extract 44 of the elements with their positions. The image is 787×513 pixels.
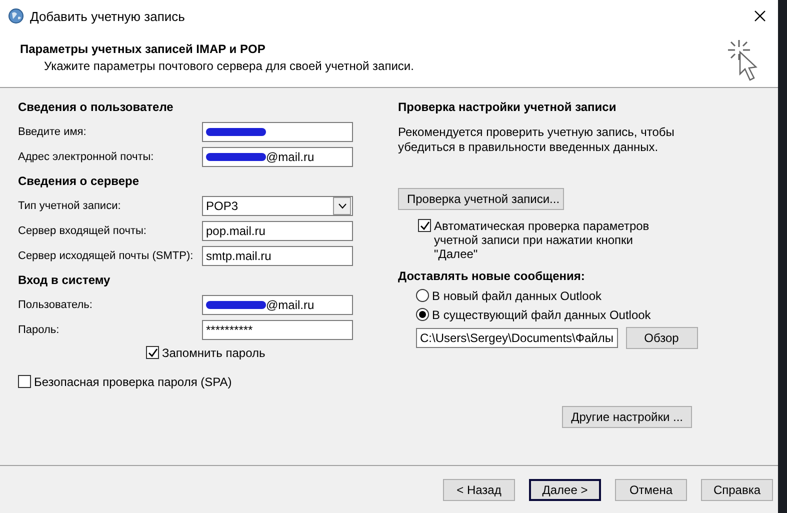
radio-label[interactable]: В существующий файл данных Outlook xyxy=(432,308,651,322)
dialog-button[interactable]: Отмена xyxy=(615,478,687,500)
dialog-button[interactable]: Справка xyxy=(701,478,773,500)
section-heading: Доставлять новые сообщения: xyxy=(398,268,586,285)
test-account-button[interactable]: Проверка учетной записи... xyxy=(398,188,564,210)
field-label: Сервер входящей почты: xyxy=(18,224,148,236)
input-field[interactable]: @mail.ru xyxy=(202,146,353,166)
input-field[interactable]: pop.mail.ru xyxy=(202,220,353,240)
dialog-button[interactable]: < Назад xyxy=(443,478,515,500)
browse-button[interactable]: Обзор xyxy=(626,327,698,349)
checkbox[interactable] xyxy=(146,346,159,359)
field-label: Пароль: xyxy=(18,324,60,336)
field-label: Пользователь: xyxy=(18,298,94,310)
description-text: Рекомендуется проверить учетную запись, чтобы убедиться в правильности введенных данных. xyxy=(398,125,676,155)
radio-label[interactable]: В новый файл данных Outlook xyxy=(432,288,602,302)
checkbox[interactable] xyxy=(418,219,431,232)
input-field[interactable]: @mail.ru xyxy=(202,294,353,314)
field-label: Введите имя: xyxy=(18,126,88,138)
checkbox-label[interactable]: Безопасная проверка пароля (SPA) xyxy=(34,375,232,389)
dialog-button[interactable]: Далее > xyxy=(529,478,601,500)
field-label: Адрес электронной почты: xyxy=(18,150,155,162)
field-label: Тип учетной записи: xyxy=(18,200,122,212)
radio-button[interactable] xyxy=(416,308,429,321)
section-heading: Сведения о сервере xyxy=(18,173,140,190)
account-type-dropdown[interactable]: POP3 xyxy=(202,196,353,216)
more-settings-button[interactable]: Другие настройки ... xyxy=(562,406,692,428)
radio-button[interactable] xyxy=(416,289,429,302)
chevron-down-icon xyxy=(338,202,346,208)
cursor-click-icon xyxy=(726,38,760,84)
header-subtitle: Укажите параметры почтового сервера для своей учетной записи. xyxy=(43,59,415,73)
window-title: Добавить учетную запись xyxy=(30,8,186,24)
input-field[interactable] xyxy=(202,122,353,142)
section-heading: Вход в систему xyxy=(18,272,112,289)
file-path-field[interactable]: C:\Users\Sergey\Documents\Файлы xyxy=(416,328,618,348)
password-field[interactable]: ********** xyxy=(202,320,353,340)
field-label: Сервер исходящей почты (SMTP): xyxy=(18,250,194,262)
checkbox-label[interactable]: Автоматическая проверка параметров учетной записи при нажатии кнопки "Далее" xyxy=(434,219,668,261)
checkbox-label[interactable]: Запомнить пароль xyxy=(162,346,266,360)
globe-icon xyxy=(8,8,24,24)
checkbox[interactable] xyxy=(18,375,31,388)
section-heading: Проверка настройки учетной записи xyxy=(398,99,618,116)
section-heading: Сведения о пользователе xyxy=(18,99,174,116)
input-field[interactable]: smtp.mail.ru xyxy=(202,246,353,266)
header-title: Параметры учетных записей IMAP и POP xyxy=(20,42,266,56)
